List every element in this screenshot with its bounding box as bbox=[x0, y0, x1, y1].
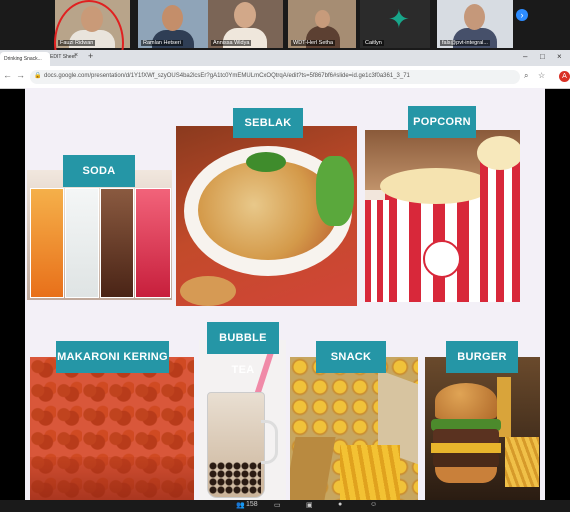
forward-icon[interactable]: → bbox=[16, 70, 25, 80]
soda-image bbox=[27, 170, 172, 300]
label-soda: SODA bbox=[63, 155, 135, 187]
participant-tile[interactable]: Ramlan Hetseri bbox=[138, 0, 208, 48]
minimize-icon[interactable]: – bbox=[523, 52, 527, 61]
share-icon[interactable]: ▣ bbox=[306, 501, 313, 509]
browser-tab[interactable]: Drinking Snack... bbox=[0, 52, 50, 66]
popcorn-image bbox=[365, 130, 520, 302]
profile-avatar[interactable]: A bbox=[559, 71, 570, 82]
reactions-icon[interactable]: ☺ bbox=[370, 501, 377, 508]
label-snack: SNACK bbox=[316, 341, 386, 373]
participant-tile[interactable]: ✦ Caitlyn bbox=[360, 0, 430, 48]
snack-image bbox=[290, 357, 418, 500]
participant-name: Annissa Widya bbox=[211, 40, 252, 46]
label-burger: BURGER bbox=[446, 341, 518, 373]
participant-tile[interactable]: fals@pvt-integral... bbox=[437, 0, 513, 48]
star-logo-icon: ✦ bbox=[388, 4, 410, 34]
participants-icon[interactable]: 👥 bbox=[236, 501, 245, 509]
meeting-controls-bar: 👥 158 ▭ ▣ ● ☺ bbox=[0, 500, 570, 512]
chevron-right-icon[interactable]: › bbox=[516, 9, 528, 21]
star-icon[interactable]: ☆ bbox=[538, 71, 545, 80]
back-icon[interactable]: ← bbox=[3, 70, 12, 80]
close-tab-icon[interactable]: × bbox=[74, 52, 78, 59]
label-bubble-tea: BUBBLE TEA bbox=[207, 322, 279, 376]
record-icon[interactable]: ● bbox=[338, 501, 342, 508]
participant-name: Caitlyn bbox=[363, 40, 384, 46]
makaroni-image bbox=[30, 357, 194, 500]
search-icon[interactable]: ⌕ bbox=[524, 71, 528, 81]
new-tab-icon[interactable]: + bbox=[88, 51, 93, 61]
person-head bbox=[162, 5, 183, 31]
participant-name: Ramlan Hetseri bbox=[141, 40, 183, 46]
participant-tile[interactable]: WDT-Herl Setha bbox=[288, 0, 356, 48]
browser-toolbar: ← → 🔒 docs.google.com/presentation/d/1Y1… bbox=[0, 66, 570, 89]
participant-name: fals@pvt-integral... bbox=[440, 40, 490, 46]
person-head bbox=[315, 10, 330, 28]
participant-name: WDT-Herl Setha bbox=[291, 40, 336, 46]
chat-icon[interactable]: ▭ bbox=[274, 501, 281, 509]
participant-count: 158 bbox=[246, 501, 258, 508]
lock-icon: 🔒 bbox=[34, 73, 42, 79]
label-makaroni-kering: MAKARONI KERING bbox=[56, 341, 169, 373]
url-text: docs.google.com/presentation/d/1Y1fXWf_s… bbox=[44, 73, 410, 79]
label-popcorn: POPCORN bbox=[408, 106, 476, 138]
seblak-image bbox=[176, 126, 357, 306]
address-bar[interactable]: 🔒 docs.google.com/presentation/d/1Y1fXWf… bbox=[30, 70, 520, 84]
maximize-icon[interactable]: □ bbox=[540, 52, 545, 61]
participant-tile[interactable]: Annissa Widya bbox=[208, 0, 283, 48]
tab-bar: Drinking Snack... EDIT Sheet × + – □ × bbox=[0, 50, 570, 66]
browser-chrome: Drinking Snack... EDIT Sheet × + – □ × ←… bbox=[0, 50, 570, 89]
burger-image bbox=[425, 357, 540, 500]
person-head bbox=[234, 2, 256, 28]
person-head bbox=[464, 4, 485, 30]
label-seblak: SEBLAK bbox=[233, 108, 303, 138]
close-window-icon[interactable]: × bbox=[557, 52, 562, 61]
browser-tab[interactable]: EDIT Sheet bbox=[50, 54, 76, 60]
